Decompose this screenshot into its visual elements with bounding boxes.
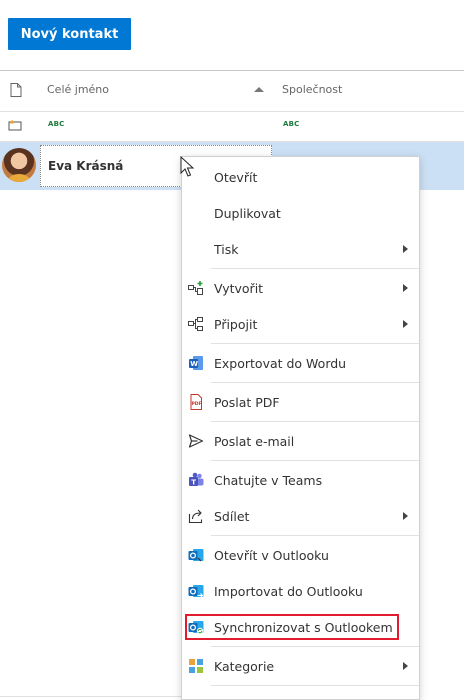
menu-item-label: Poslat PDF — [214, 395, 280, 410]
new-contact-button[interactable]: Nový kontakt — [8, 18, 131, 50]
menu-item-print[interactable]: Tisk — [182, 231, 419, 267]
mouse-pointer-icon — [180, 156, 194, 177]
submenu-arrow-icon — [403, 662, 408, 670]
menu-separator — [211, 685, 419, 686]
grid-header: Celé jméno Společnost — [0, 70, 464, 112]
avatar — [2, 148, 36, 182]
menu-separator — [211, 382, 419, 383]
svg-text:PDF: PDF — [192, 401, 202, 407]
menu-separator — [211, 535, 419, 536]
share-icon — [188, 509, 203, 524]
svg-text:T: T — [191, 478, 196, 486]
attach-icon — [188, 317, 203, 331]
word-icon: W — [189, 356, 203, 370]
document-icon — [10, 83, 22, 97]
create-icon — [188, 281, 203, 295]
filter-row: ABC ABC — [0, 111, 464, 142]
category-icon — [189, 659, 203, 673]
svg-text:W: W — [190, 360, 198, 368]
menu-item-label: Tisk — [214, 242, 239, 257]
menu-item-label: Kategorie — [214, 659, 275, 674]
menu-item-open-outlook[interactable]: Otevřít v Outlooku — [182, 537, 419, 573]
submenu-arrow-icon — [403, 245, 408, 253]
menu-item-label: Importovat do Outlooku — [214, 584, 363, 599]
menu-item-label: Otevřít — [214, 170, 258, 185]
menu-item-create[interactable]: Vytvořit — [182, 270, 419, 306]
column-header-company[interactable]: Společnost — [282, 83, 342, 96]
submenu-arrow-icon — [403, 320, 408, 328]
menu-item-label: Chatujte v Teams — [214, 473, 323, 488]
menu-item-attach[interactable]: Připojit — [182, 306, 419, 342]
menu-item-duplicate[interactable]: Duplikovat — [182, 195, 419, 231]
menu-item-label: Připojit — [214, 317, 258, 332]
menu-item-label: Duplikovat — [214, 206, 281, 221]
submenu-arrow-icon — [403, 284, 408, 292]
menu-item-chat-teams[interactable]: T Chatujte v Teams — [182, 462, 419, 498]
send-icon — [188, 434, 204, 448]
column-header-full-name[interactable]: Celé jméno — [47, 83, 109, 96]
menu-separator — [211, 268, 419, 269]
menu-item-label: Vytvořit — [214, 281, 264, 296]
name-filter-abc-icon[interactable]: ABC — [48, 120, 65, 128]
menu-item-share[interactable]: Sdílet — [182, 498, 419, 534]
company-filter-abc-icon[interactable]: ABC — [283, 120, 300, 128]
outlook-import-icon — [188, 585, 204, 598]
context-menu: Otevřít Duplikovat Tisk Vytvořit Připoji… — [181, 156, 420, 700]
menu-separator — [211, 343, 419, 344]
menu-item-label: Sdílet — [214, 509, 250, 524]
menu-separator — [211, 646, 419, 647]
sort-ascending-icon[interactable] — [254, 87, 264, 92]
menu-separator — [211, 460, 419, 461]
submenu-arrow-icon — [403, 512, 408, 520]
menu-item-export-word[interactable]: W Exportovat do Wordu — [182, 345, 419, 381]
menu-item-label: Otevřít v Outlooku — [214, 548, 329, 563]
menu-item-label: Poslat e-mail — [214, 434, 295, 449]
menu-separator — [211, 421, 419, 422]
pdf-icon: PDF — [190, 394, 202, 410]
menu-item-category[interactable]: Kategorie — [182, 648, 419, 684]
menu-item-import-outlook[interactable]: Importovat do Outlooku — [182, 573, 419, 609]
outlook-icon — [188, 549, 204, 562]
full-name-text: Eva Krásná — [48, 159, 124, 173]
menu-item-send-email[interactable]: Poslat e-mail — [182, 423, 419, 459]
teams-icon: T — [189, 472, 204, 486]
highlight-box — [185, 614, 399, 640]
menu-item-send-pdf[interactable]: PDF Poslat PDF — [182, 384, 419, 420]
grid-bottom-divider — [0, 696, 181, 697]
new-row-icon[interactable] — [8, 119, 22, 131]
menu-item-label: Exportovat do Wordu — [214, 356, 347, 371]
menu-item-open[interactable]: Otevřít — [182, 159, 419, 195]
